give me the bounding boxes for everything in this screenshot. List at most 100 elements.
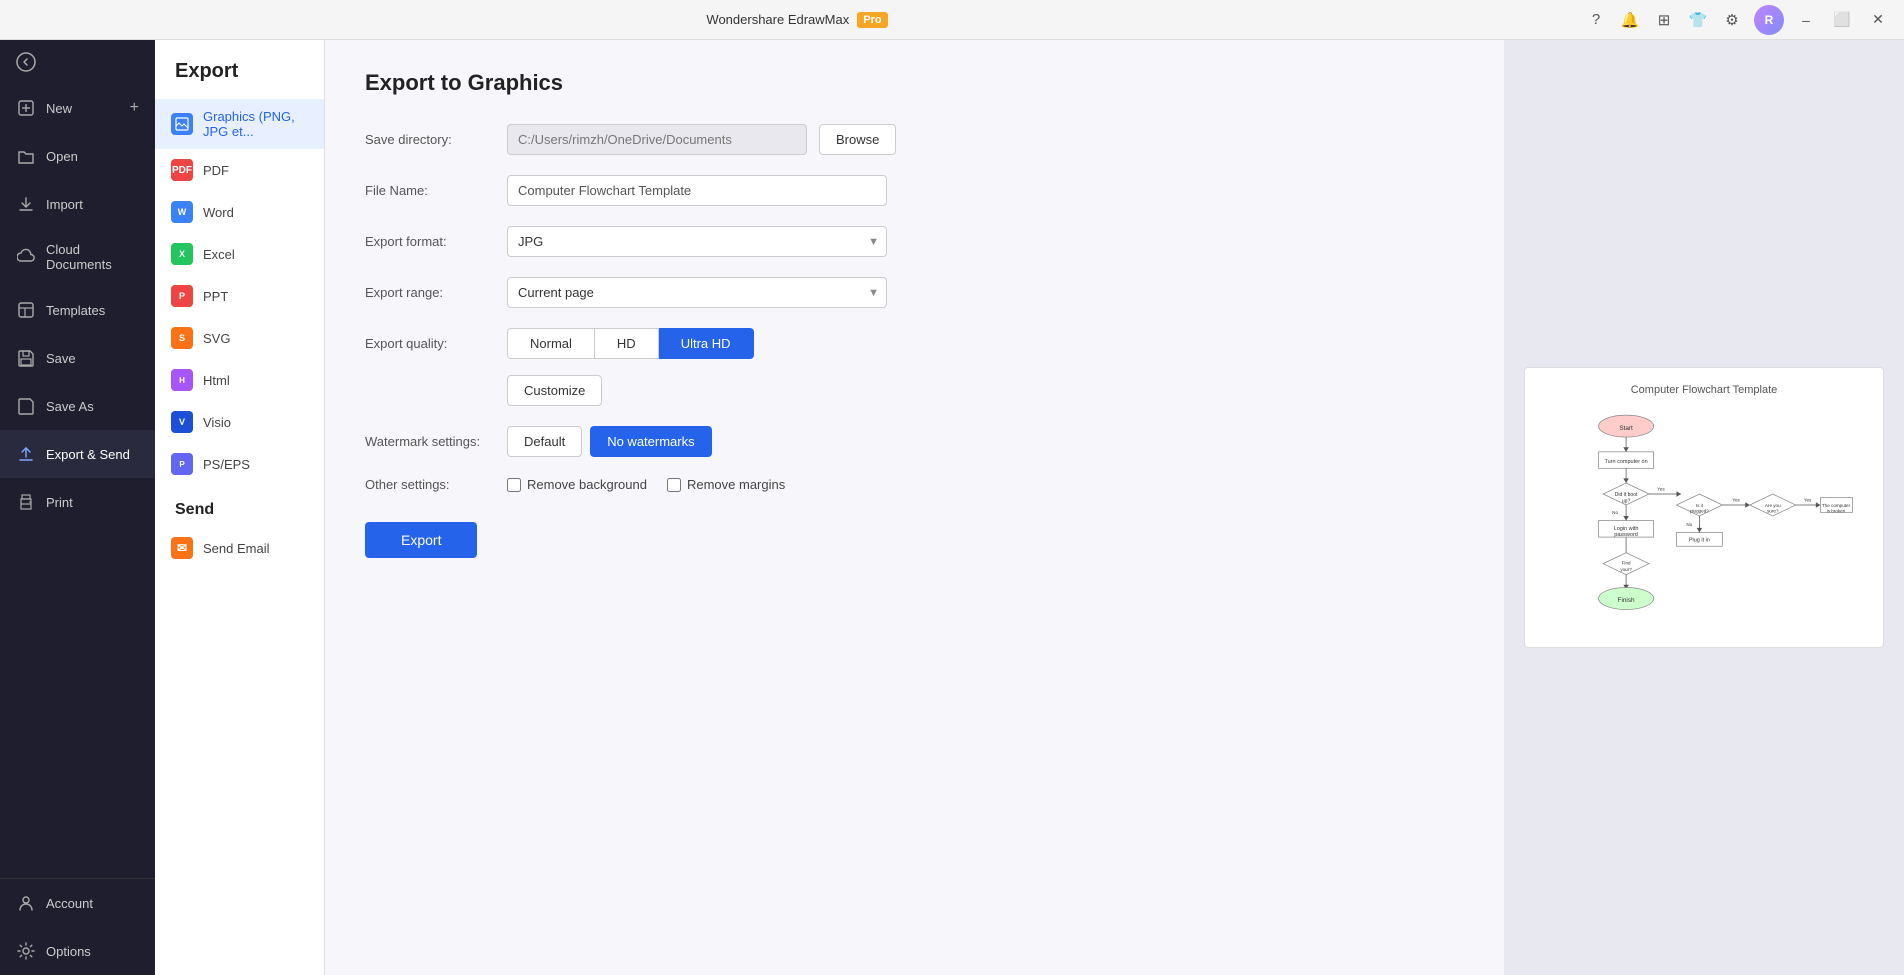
export-form-title: Export to Graphics <box>365 70 1464 96</box>
export-item-pdf[interactable]: PDF PDF <box>155 149 324 191</box>
templates-icon <box>16 300 36 320</box>
watermark-default-btn[interactable]: Default <box>507 426 582 457</box>
sidebar-options-label: Options <box>46 944 91 959</box>
svg-text:No: No <box>1612 510 1618 515</box>
svg-text:is broken: is broken <box>1827 508 1846 513</box>
watermark-none-btn[interactable]: No watermarks <box>590 426 711 457</box>
sidebar-import-label: Import <box>46 197 83 212</box>
sidebar-item-new[interactable]: New + <box>0 84 155 132</box>
sidebar-saveas-label: Save As <box>46 399 94 414</box>
preview-title: Computer Flowchart Template <box>1541 384 1867 396</box>
sidebar-item-saveas[interactable]: Save As <box>0 382 155 430</box>
grid-icon-btn[interactable]: ⊞ <box>1650 6 1678 34</box>
sidebar-item-export[interactable]: Export & Send <box>0 430 155 478</box>
pseps-icon: P <box>171 453 193 475</box>
export-quality-row: Export quality: Normal HD Ultra HD Custo… <box>365 328 1464 406</box>
export-item-graphics[interactable]: Graphics (PNG, JPG et... <box>155 99 324 149</box>
titlebar-center: Wondershare EdrawMax Pro <box>706 12 887 28</box>
sidebar-print-label: Print <box>46 495 73 510</box>
open-icon <box>16 146 36 166</box>
export-item-ppt[interactable]: P PPT <box>155 275 324 317</box>
save-directory-label: Save directory: <box>365 132 495 147</box>
graphics-label: Graphics (PNG, JPG et... <box>203 109 308 139</box>
remove-background-checkbox[interactable] <box>507 478 521 492</box>
pseps-label: PS/EPS <box>203 457 250 472</box>
pro-badge: Pro <box>857 12 887 28</box>
titlebar-right-icons: ? 🔔 ⊞ 👕 ⚙ <box>1582 6 1746 34</box>
print-icon <box>16 492 36 512</box>
file-name-input[interactable] <box>507 175 887 206</box>
titlebar: Wondershare EdrawMax Pro ? 🔔 ⊞ 👕 ⚙ R – ⬜… <box>0 0 1904 40</box>
sidebar-new-label: New <box>46 101 72 116</box>
theme-icon-btn[interactable]: 👕 <box>1684 6 1712 34</box>
sidebar-item-open[interactable]: Open <box>0 132 155 180</box>
remove-margins-checkbox[interactable] <box>667 478 681 492</box>
save-directory-input[interactable] <box>507 124 807 155</box>
svg-text:Start: Start <box>1619 425 1633 432</box>
ppt-icon: P <box>171 285 193 307</box>
export-item-email[interactable]: ✉ Send Email <box>155 527 324 569</box>
sidebar-item-save[interactable]: Save <box>0 334 155 382</box>
svg-text:Find: Find <box>1622 561 1631 566</box>
sidebar-item-import[interactable]: Import <box>0 180 155 228</box>
main-layout: New + Open Import <box>0 40 1904 975</box>
svg-text:Turn computer on: Turn computer on <box>1604 459 1647 465</box>
svg-label: SVG <box>203 331 230 346</box>
export-range-row: Export range: Current page All pages Sel… <box>365 277 1464 308</box>
file-name-label: File Name: <box>365 183 495 198</box>
export-item-html[interactable]: H Html <box>155 359 324 401</box>
export-icon <box>16 444 36 464</box>
export-panel-title: Export <box>155 40 324 99</box>
export-format-row: Export format: PNG JPG BMP GIF TIFF SVG … <box>365 226 1464 257</box>
export-format-select[interactable]: PNG JPG BMP GIF TIFF SVG <box>507 226 887 257</box>
close-button[interactable]: ✕ <box>1864 6 1892 34</box>
sidebar-item-options[interactable]: Options <box>0 927 155 975</box>
export-item-visio[interactable]: V Visio <box>155 401 324 443</box>
maximize-button[interactable]: ⬜ <box>1828 6 1856 34</box>
export-button[interactable]: Export <box>365 522 477 558</box>
export-item-excel[interactable]: X Excel <box>155 233 324 275</box>
send-section-title: Send <box>155 485 324 527</box>
quality-hd-btn[interactable]: HD <box>595 328 659 359</box>
svg-text:Login with: Login with <box>1614 526 1639 532</box>
export-item-word[interactable]: W Word <box>155 191 324 233</box>
quality-ultrahd-btn[interactable]: Ultra HD <box>659 328 754 359</box>
export-form-panel: Export to Graphics Save directory: Brows… <box>325 40 1504 975</box>
quality-normal-btn[interactable]: Normal <box>507 328 595 359</box>
excel-label: Excel <box>203 247 235 262</box>
minimize-button[interactable]: – <box>1792 6 1820 34</box>
word-label: Word <box>203 205 234 220</box>
help-icon-btn[interactable]: ? <box>1582 6 1610 34</box>
notification-icon-btn[interactable]: 🔔 <box>1616 6 1644 34</box>
watermark-row: Watermark settings: Default No watermark… <box>365 426 1464 457</box>
ppt-label: PPT <box>203 289 228 304</box>
sidebar-bottom: Account Options <box>0 878 155 975</box>
save-directory-row: Save directory: Browse <box>365 124 1464 155</box>
remove-margins-label[interactable]: Remove margins <box>667 477 785 492</box>
browse-button[interactable]: Browse <box>819 124 896 155</box>
sidebar-item-account[interactable]: Account <box>0 879 155 927</box>
sidebar-item-back[interactable] <box>0 40 155 84</box>
sidebar-item-print[interactable]: Print <box>0 478 155 526</box>
preview-panel: Computer Flowchart Template Start Turn c… <box>1504 40 1904 975</box>
export-format-label: Export format: <box>365 234 495 249</box>
remove-background-label[interactable]: Remove background <box>507 477 647 492</box>
export-item-svg[interactable]: S SVG <box>155 317 324 359</box>
svg-text:Is it: Is it <box>1696 503 1704 508</box>
settings-icon-btn[interactable]: ⚙ <box>1718 6 1746 34</box>
watermark-label: Watermark settings: <box>365 434 495 449</box>
avatar[interactable]: R <box>1754 5 1784 35</box>
graphics-icon <box>171 113 193 135</box>
visio-label: Visio <box>203 415 231 430</box>
sidebar-item-cloud[interactable]: Cloud Documents <box>0 228 155 286</box>
new-plus-icon: + <box>130 99 139 117</box>
export-item-pseps[interactable]: P PS/EPS <box>155 443 324 485</box>
save-icon <box>16 348 36 368</box>
import-icon <box>16 194 36 214</box>
account-icon <box>16 893 36 913</box>
export-range-select[interactable]: Current page All pages Selected pages <box>507 277 887 308</box>
html-label: Html <box>203 373 230 388</box>
sidebar-item-templates[interactable]: Templates <box>0 286 155 334</box>
customize-button[interactable]: Customize <box>507 375 602 406</box>
svg-text:sure?: sure? <box>1767 508 1779 513</box>
